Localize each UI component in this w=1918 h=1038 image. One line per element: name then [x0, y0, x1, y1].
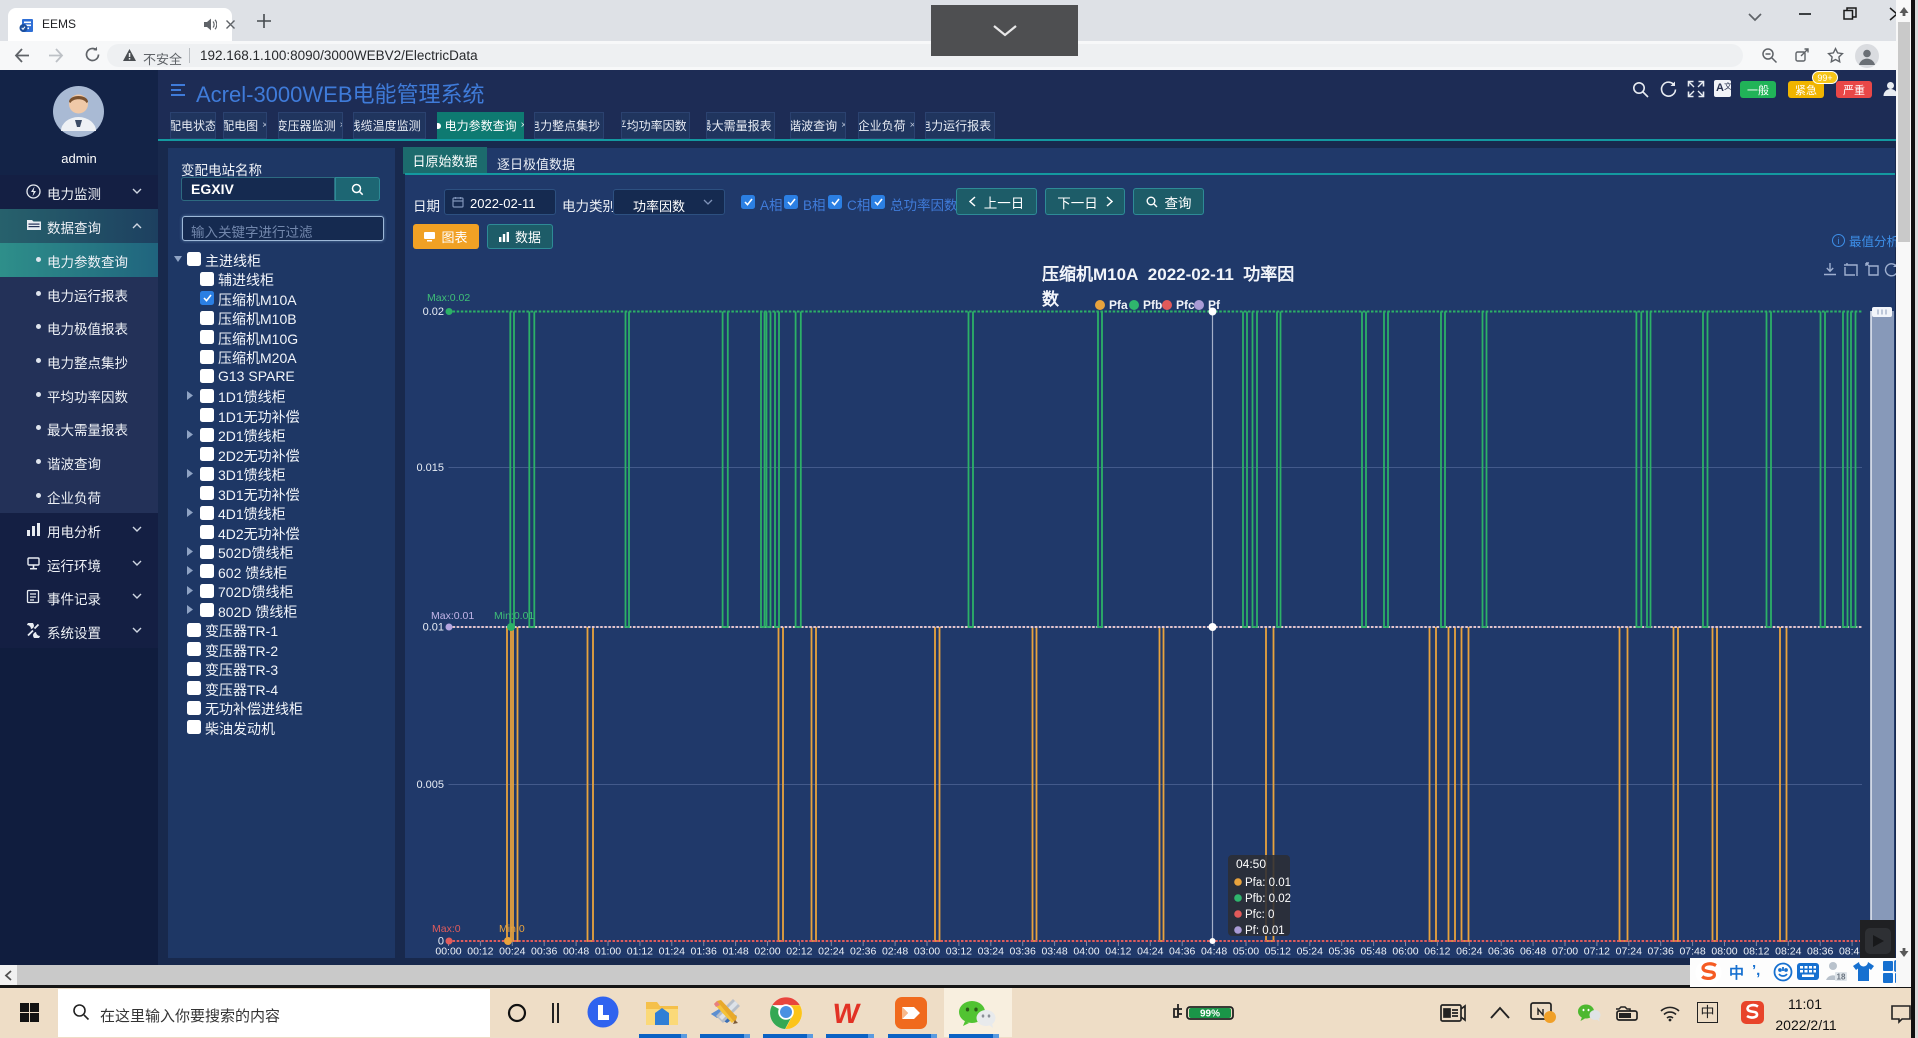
svg-text:01:24: 01:24	[659, 946, 685, 958]
svg-text:Pfc: 0: Pfc: 0	[1245, 909, 1274, 921]
svg-text:04:12: 04:12	[1105, 946, 1131, 958]
svg-text:Pfb: 0.02: Pfb: 0.02	[1245, 893, 1291, 905]
svg-text:04:36: 04:36	[1169, 946, 1195, 958]
svg-text:06:00: 06:00	[1392, 946, 1418, 958]
svg-text:00:36: 00:36	[531, 946, 557, 958]
svg-text:07:00: 07:00	[1552, 946, 1578, 958]
svg-text:08:36: 08:36	[1807, 946, 1833, 958]
svg-text:06:12: 06:12	[1424, 946, 1450, 958]
svg-text:04:50: 04:50	[1236, 857, 1266, 871]
svg-text:02:24: 02:24	[818, 946, 844, 958]
svg-text:99%: 99%	[1200, 1009, 1220, 1020]
svg-text:Pf: Pf	[1208, 298, 1221, 312]
svg-text:Min:0: Min:0	[499, 923, 525, 935]
svg-text:07:36: 07:36	[1648, 946, 1674, 958]
svg-text:Pfa: Pfa	[1109, 298, 1128, 312]
svg-text:Pfc: Pfc	[1176, 298, 1195, 312]
svg-text:00:24: 00:24	[499, 946, 525, 958]
svg-text:05:48: 05:48	[1360, 946, 1386, 958]
svg-text:02:36: 02:36	[850, 946, 876, 958]
svg-text:07:12: 07:12	[1584, 946, 1610, 958]
svg-text:Pfb: Pfb	[1143, 298, 1162, 312]
svg-text:01:12: 01:12	[627, 946, 653, 958]
svg-text:04:00: 04:00	[1073, 946, 1099, 958]
svg-text:05:36: 05:36	[1329, 946, 1355, 958]
svg-text:03:24: 03:24	[978, 946, 1004, 958]
svg-text:06:48: 06:48	[1520, 946, 1546, 958]
svg-text:18: 18	[1837, 973, 1846, 982]
svg-text:Min:0.01: Min:0.01	[494, 610, 534, 622]
svg-text:0.015: 0.015	[416, 462, 444, 474]
svg-text:08:12: 08:12	[1743, 946, 1769, 958]
svg-text:Pf: 0.01: Pf: 0.01	[1245, 925, 1285, 937]
svg-text:03:00: 03:00	[914, 946, 940, 958]
svg-text:02:12: 02:12	[786, 946, 812, 958]
svg-text:Max:0.01: Max:0.01	[431, 610, 474, 622]
svg-text:08:24: 08:24	[1775, 946, 1801, 958]
svg-text:01:36: 01:36	[691, 946, 717, 958]
svg-text:01:48: 01:48	[722, 946, 748, 958]
svg-text:05:24: 05:24	[1297, 946, 1323, 958]
svg-text:05:12: 05:12	[1265, 946, 1291, 958]
svg-text:04:48: 04:48	[1201, 946, 1227, 958]
svg-text:03:12: 03:12	[946, 946, 972, 958]
svg-text:01:00: 01:00	[595, 946, 621, 958]
svg-text:04:24: 04:24	[1137, 946, 1163, 958]
svg-text:02:48: 02:48	[882, 946, 908, 958]
svg-text:05:00: 05:00	[1233, 946, 1259, 958]
svg-text:03:36: 03:36	[1010, 946, 1036, 958]
svg-text:03:48: 03:48	[1041, 946, 1067, 958]
svg-text:07:48: 07:48	[1679, 946, 1705, 958]
svg-text:00:00: 00:00	[435, 946, 461, 958]
svg-text:Max:0: Max:0	[432, 923, 461, 935]
svg-text:Max:0.02: Max:0.02	[427, 292, 470, 304]
svg-text:06:36: 06:36	[1488, 946, 1514, 958]
svg-text:0.01: 0.01	[423, 622, 444, 634]
svg-text:0.02: 0.02	[423, 306, 444, 318]
svg-text:07:24: 07:24	[1616, 946, 1642, 958]
svg-text:00:12: 00:12	[467, 946, 493, 958]
svg-text:08:00: 08:00	[1711, 946, 1737, 958]
svg-text:02:00: 02:00	[754, 946, 780, 958]
svg-text:06:24: 06:24	[1456, 946, 1482, 958]
svg-text:0.005: 0.005	[416, 779, 444, 791]
svg-text:00:48: 00:48	[563, 946, 589, 958]
svg-text:Pfa: 0.01: Pfa: 0.01	[1245, 877, 1291, 889]
